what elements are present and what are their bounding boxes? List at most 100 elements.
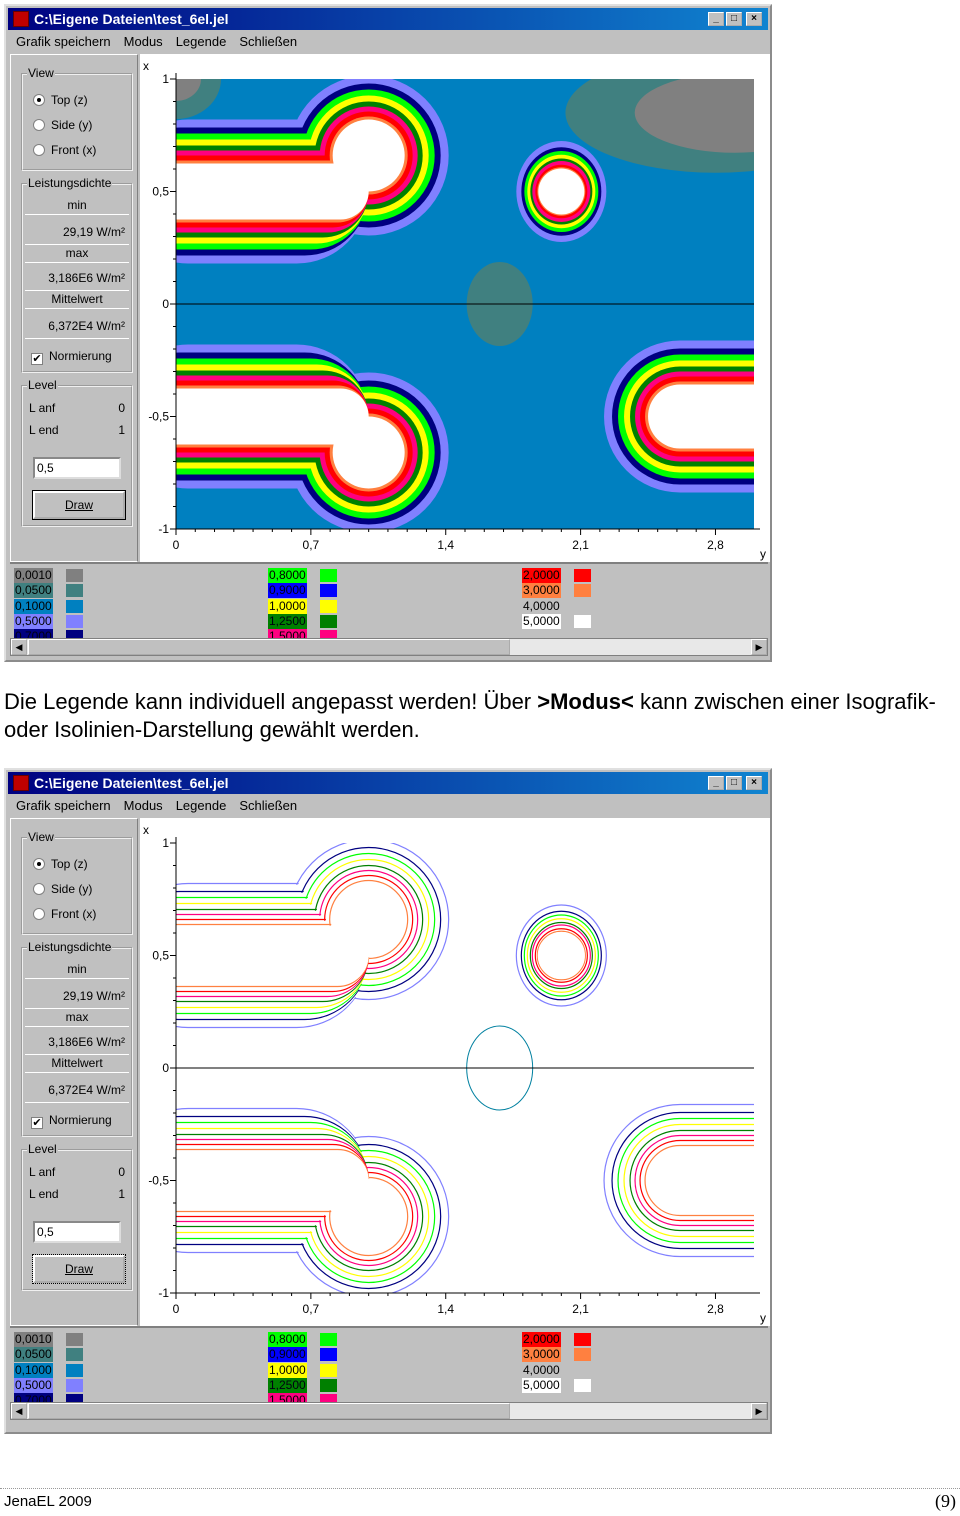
legend-entry[interactable]: 3,0000 <box>522 1347 591 1363</box>
menu-item-legende[interactable]: Legende <box>176 34 227 49</box>
normierung-checkbox[interactable]: ✔ Normierung <box>31 349 112 365</box>
legend-entry[interactable]: 0,9000 <box>268 1347 337 1363</box>
radio-button[interactable] <box>33 144 45 156</box>
legend-entry[interactable]: 3,0000 <box>522 583 591 599</box>
legend-entry[interactable]: 0,1000 <box>14 598 83 614</box>
legend-entry[interactable]: 5,0000 <box>522 1377 591 1393</box>
min-value: 29,19 W/m² <box>25 983 129 1009</box>
legend-entry[interactable]: 0,9000 <box>268 583 337 599</box>
scroll-right-button[interactable]: ▶ <box>751 1403 767 1419</box>
legend-entry[interactable]: 0,5000 <box>14 613 83 629</box>
legend-value: 0,1000 <box>14 598 53 614</box>
horizontal-scrollbar[interactable]: ◀ ▶ <box>10 1402 768 1420</box>
x-tick-label: -1 <box>158 1286 169 1300</box>
legend-value: 0,9000 <box>268 1347 307 1363</box>
y-tick-label: 2,8 <box>707 538 724 552</box>
legend-entry[interactable]: 0,8000 <box>268 1332 337 1347</box>
menu-item-modus[interactable]: Modus <box>124 798 163 813</box>
max-label: max <box>25 1007 129 1027</box>
legend-entry[interactable]: 0,0010 <box>14 1332 83 1347</box>
radio-view-0[interactable]: Top (z) <box>33 857 88 871</box>
scroll-thumb[interactable] <box>28 1403 510 1419</box>
radio-button[interactable] <box>33 908 45 920</box>
contour-plot: x y 1 0,5 0 -0,5 -1 0 0,7 1,4 2,1 2,8 <box>143 59 766 561</box>
x-tick-label: 0,5 <box>152 949 169 963</box>
min-value: 29,19 W/m² <box>25 219 129 245</box>
app-window: C:\Eigene Dateien\test_6el.jel _ □ × Grafik … <box>4 4 772 662</box>
radio-button[interactable] <box>33 858 45 870</box>
legend-entry[interactable]: 1,0000 <box>268 598 337 614</box>
contour-region <box>330 1178 407 1255</box>
scroll-left-button[interactable]: ◀ <box>11 639 27 655</box>
legend-value: 4,0000 <box>523 1362 560 1377</box>
legend-entry[interactable]: 2,0000 <box>522 568 591 583</box>
close-button[interactable]: × <box>746 776 762 790</box>
legend-entry[interactable]: 0,5000 <box>14 1377 83 1393</box>
legend-swatch <box>66 1363 83 1377</box>
footer-left: JenaEL 2009 <box>4 1493 92 1510</box>
level-start-value: 0 <box>118 401 125 415</box>
max-label: max <box>25 243 129 263</box>
normierung-checkbox[interactable]: ✔ Normierung <box>31 1113 112 1129</box>
contour-group <box>176 79 754 529</box>
min-label: min <box>25 959 129 979</box>
draw-button[interactable]: Draw <box>32 1254 126 1284</box>
radio-view-2[interactable]: Front (x) <box>33 143 96 157</box>
radio-view-1[interactable]: Side (y) <box>33 882 92 896</box>
window-title: C:\Eigene Dateien\test_6el.jel <box>34 775 229 791</box>
minimize-button[interactable]: _ <box>708 776 724 790</box>
legend-value: 0,0500 <box>14 1347 53 1363</box>
app-icon <box>13 775 29 791</box>
menu-bar: Grafik speichern Modus Legende Schließen <box>16 32 310 52</box>
menu-item-schließen[interactable]: Schließen <box>239 798 297 813</box>
view-group-label: View <box>27 830 55 844</box>
menu-item-grafik-speichern[interactable]: Grafik speichern <box>16 34 111 49</box>
legend-entry[interactable]: 1,0000 <box>268 1362 337 1378</box>
minimize-button[interactable]: _ <box>708 12 724 26</box>
legend-entry[interactable]: 0,0010 <box>14 568 83 583</box>
legend-entry[interactable]: 4,0000 <box>522 599 561 614</box>
scroll-thumb[interactable] <box>28 639 510 655</box>
menu-item-legende[interactable]: Legende <box>176 798 227 813</box>
menu-item-modus[interactable]: Modus <box>124 34 163 49</box>
close-button[interactable]: × <box>746 12 762 26</box>
legend-entry[interactable]: 0,8000 <box>268 568 337 583</box>
radio-view-2[interactable]: Front (x) <box>33 907 96 921</box>
scroll-left-button[interactable]: ◀ <box>11 1403 27 1419</box>
legend-entry[interactable]: 4,0000 <box>522 1363 561 1378</box>
radio-view-0[interactable]: Top (z) <box>33 93 88 107</box>
menu-item-schließen[interactable]: Schließen <box>239 34 297 49</box>
legend-value: 0,8000 <box>268 568 307 583</box>
level-end-label: L end <box>29 423 59 437</box>
level-input[interactable]: 0,5 <box>33 1221 121 1243</box>
checkbox[interactable]: ✔ <box>31 1117 43 1129</box>
legend-value: 1,0000 <box>268 598 307 614</box>
max-value: 3,186E6 W/m² <box>25 1029 129 1055</box>
legend-entry[interactable]: 5,0000 <box>522 613 591 629</box>
radio-button[interactable] <box>33 883 45 895</box>
legend-swatch <box>320 1333 337 1346</box>
radio-button[interactable] <box>33 94 45 106</box>
level-input[interactable]: 0,5 <box>33 457 121 479</box>
legend-entry[interactable]: 1,2500 <box>268 613 337 629</box>
legend-entry[interactable]: 0,0500 <box>14 583 83 599</box>
checkbox[interactable]: ✔ <box>31 353 43 365</box>
contour-region <box>646 1146 754 1215</box>
scroll-right-button[interactable]: ▶ <box>751 639 767 655</box>
radio-view-1[interactable]: Side (y) <box>33 118 92 132</box>
legend-entry[interactable]: 1,2500 <box>268 1377 337 1393</box>
legend-entry[interactable]: 2,0000 <box>522 1332 591 1347</box>
draw-button[interactable]: Draw <box>32 490 126 520</box>
radio-button[interactable] <box>33 119 45 131</box>
menu-item-grafik-speichern[interactable]: Grafik speichern <box>16 798 111 813</box>
legend-entry[interactable]: 0,0500 <box>14 1347 83 1363</box>
maximize-button[interactable]: □ <box>726 776 742 790</box>
x-tick-label: -0,5 <box>148 410 169 424</box>
legend-entry[interactable]: 0,1000 <box>14 1362 83 1378</box>
mean-value: 6,372E4 W/m² <box>25 1077 129 1103</box>
x-axis-label: x <box>143 59 149 73</box>
maximize-button[interactable]: □ <box>726 12 742 26</box>
horizontal-scrollbar[interactable]: ◀ ▶ <box>10 638 768 656</box>
radio-label: Front (x) <box>51 907 97 921</box>
legend-value: 0,9000 <box>268 583 307 599</box>
